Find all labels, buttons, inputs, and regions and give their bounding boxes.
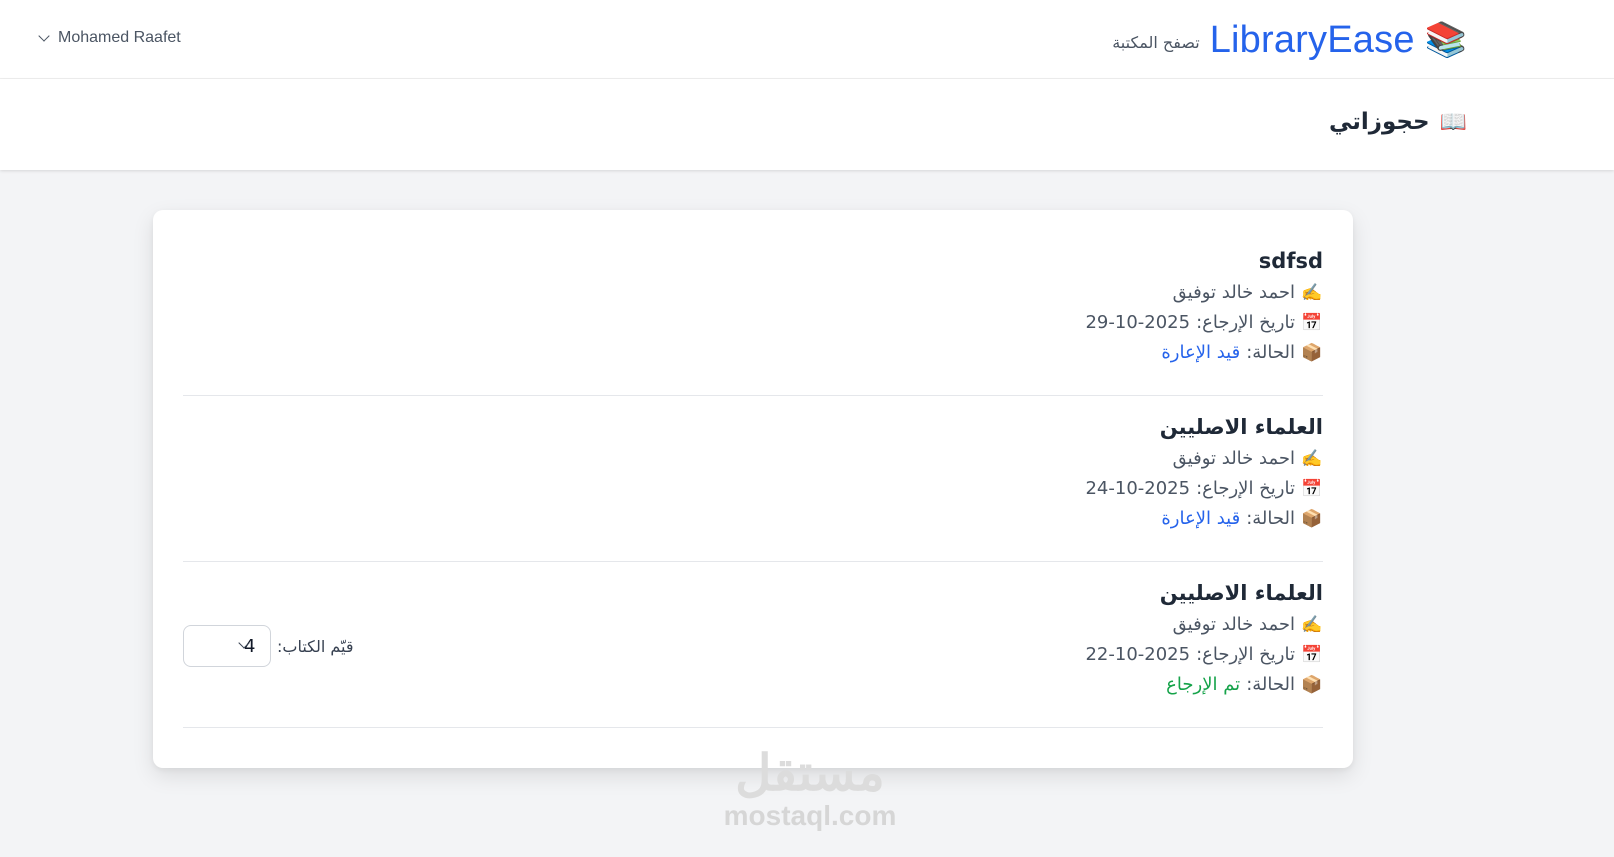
calendar-icon: 📅	[1301, 479, 1323, 499]
calendar-icon: 📅	[1301, 645, 1323, 665]
book-title: العلماء الاصليين	[1159, 415, 1323, 439]
calendar-icon: 📅	[1301, 313, 1323, 333]
rating-control: 4 قيّم الكتاب:	[183, 625, 354, 667]
author-name: احمد خالد توفيق	[1172, 282, 1295, 303]
return-date-line: 📅 تاريخ الإرجاع: 22-10-2025	[1085, 640, 1323, 670]
return-date-label: تاريخ الإرجاع:	[1196, 644, 1295, 665]
status-badge: تم الإرجاع	[1166, 674, 1241, 695]
watermark: مستقل mostaql.com	[700, 745, 920, 831]
reservation-item: sdfsd ✍️ احمد خالد توفيق 📅 تاريخ الإرجاع…	[183, 230, 1323, 396]
reservations-card: sdfsd ✍️ احمد خالد توفيق 📅 تاريخ الإرجاع…	[153, 210, 1353, 768]
author-name: احمد خالد توفيق	[1172, 448, 1295, 469]
status-line: 📦 الحالة: قيد الإعارة	[1085, 338, 1323, 368]
user-name: Mohamed Raafet	[58, 29, 181, 46]
chevron-down-icon	[38, 30, 50, 42]
author-line: ✍️ احمد خالد توفيق	[1085, 610, 1323, 640]
reservation-info: sdfsd ✍️ احمد خالد توفيق 📅 تاريخ الإرجاع…	[1085, 244, 1323, 368]
page-header: 📖 حجوزاتي	[0, 79, 1614, 170]
book-title: sdfsd	[1258, 249, 1323, 273]
package-icon: 📦	[1301, 509, 1323, 529]
return-date-line: 📅 تاريخ الإرجاع: 24-10-2025	[1085, 474, 1323, 504]
brand-name[interactable]: LibraryEase	[1210, 19, 1415, 62]
watermark-latin: mostaql.com	[723, 800, 897, 831]
rating-label: قيّم الكتاب:	[277, 636, 354, 656]
return-date-value: 24-10-2025	[1085, 478, 1191, 499]
writing-hand-icon: ✍️	[1301, 615, 1323, 635]
status-badge: قيد الإعارة	[1161, 508, 1241, 529]
reservation-info: العلماء الاصليين ✍️ احمد خالد توفيق 📅 تا…	[1085, 576, 1323, 700]
author-line: ✍️ احمد خالد توفيق	[1085, 278, 1323, 308]
browse-library-link[interactable]: تصفح المكتبة	[1112, 33, 1199, 52]
brand: 📚 LibraryEase تصفح المكتبة	[1112, 18, 1467, 62]
open-book-icon: 📖	[1439, 109, 1467, 135]
return-date-label: تاريخ الإرجاع:	[1196, 312, 1295, 333]
package-icon: 📦	[1301, 343, 1323, 363]
writing-hand-icon: ✍️	[1301, 283, 1323, 303]
package-icon: 📦	[1301, 675, 1323, 695]
author-name: احمد خالد توفيق	[1172, 614, 1295, 635]
status-label: الحالة:	[1246, 342, 1295, 363]
writing-hand-icon: ✍️	[1301, 449, 1323, 469]
watermark-arabic: مستقل	[735, 745, 885, 801]
reservation-item: العلماء الاصليين ✍️ احمد خالد توفيق 📅 تا…	[183, 396, 1323, 562]
return-date-value: 29-10-2025	[1085, 312, 1191, 333]
status-line: 📦 الحالة: تم الإرجاع	[1085, 670, 1323, 700]
user-menu[interactable]: Mohamed Raafet	[38, 26, 181, 50]
return-date-value: 22-10-2025	[1085, 644, 1191, 665]
page-title: 📖 حجوزاتي	[1329, 109, 1467, 135]
return-date-line: 📅 تاريخ الإرجاع: 29-10-2025	[1085, 308, 1323, 338]
status-label: الحالة:	[1246, 508, 1295, 529]
status-line: 📦 الحالة: قيد الإعارة	[1085, 504, 1323, 534]
page-title-text: حجوزاتي	[1328, 109, 1430, 135]
author-line: ✍️ احمد خالد توفيق	[1085, 444, 1323, 474]
top-navbar: 📚 LibraryEase تصفح المكتبة Mohamed Raafe…	[0, 0, 1614, 79]
book-title: العلماء الاصليين	[1159, 581, 1323, 605]
return-date-label: تاريخ الإرجاع:	[1196, 478, 1295, 499]
reservation-info: العلماء الاصليين ✍️ احمد خالد توفيق 📅 تا…	[1085, 410, 1323, 534]
status-label: الحالة:	[1246, 674, 1295, 695]
reservation-item: العلماء الاصليين ✍️ احمد خالد توفيق 📅 تا…	[183, 562, 1323, 728]
books-icon: 📚	[1424, 20, 1467, 60]
rating-select[interactable]: 4	[183, 625, 271, 667]
status-badge: قيد الإعارة	[1161, 342, 1241, 363]
